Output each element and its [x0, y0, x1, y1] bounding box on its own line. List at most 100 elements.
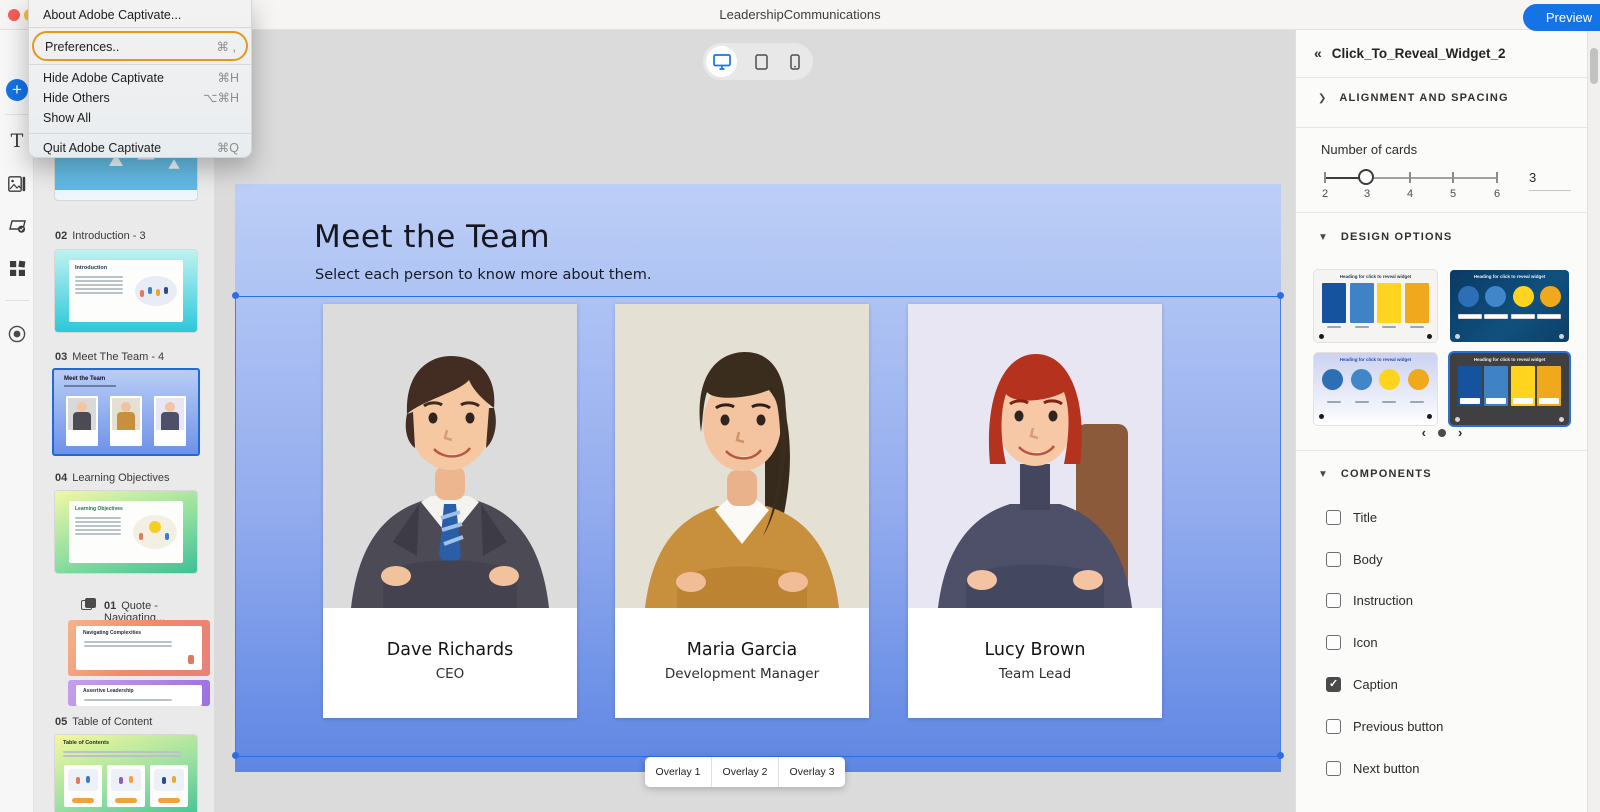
checkbox-label: Instruction [1353, 593, 1413, 608]
slide-thumbnail-introduction[interactable]: Introduction [55, 250, 197, 332]
tablet-view-button[interactable] [745, 54, 778, 70]
checkbox[interactable] [1326, 761, 1341, 776]
slider-tick-label: 2 [1322, 188, 1328, 200]
design-options-section-header[interactable]: ▼ DESIGN OPTIONS [1318, 231, 1452, 243]
portrait-maria [615, 304, 869, 608]
selection-handle[interactable] [1277, 752, 1284, 759]
checkbox[interactable] [1326, 510, 1341, 525]
mini-person-card [110, 396, 142, 446]
menu-shortcut: ⌘ , [217, 33, 236, 59]
checkbox-label: Icon [1353, 635, 1378, 650]
stage-subtitle-text[interactable]: Select each person to know more about th… [315, 267, 651, 283]
slide-thumbnail-learning-objectives[interactable]: Learning Objectives [55, 491, 197, 573]
mini-slide-title: Meet the Team [64, 376, 105, 382]
preview-button[interactable]: Preview [1523, 4, 1600, 31]
chevron-down-icon: ▼ [1318, 469, 1328, 480]
checkbox[interactable] [1326, 635, 1341, 650]
desktop-view-button[interactable] [706, 46, 737, 77]
component-checkbox-body[interactable]: Body [1326, 552, 1383, 567]
design-option-light-circles[interactable]: Heading for click to reveal widget [1314, 353, 1437, 425]
panel-divider [1296, 212, 1588, 213]
team-card-maria[interactable]: Maria Garcia Development Manager [615, 304, 869, 718]
component-checkbox-title[interactable]: Title [1326, 510, 1377, 525]
menu-item-about[interactable]: About Adobe Captivate... [29, 5, 251, 25]
tablet-icon [755, 54, 768, 70]
mini-subtitle-line [64, 385, 116, 387]
slide-label-04[interactable]: 04Learning Objectives [55, 472, 169, 484]
team-card-dave[interactable]: Dave Richards CEO [323, 304, 577, 718]
prev-arrow-dot [1455, 417, 1460, 422]
overlay-3-tab[interactable]: Overlay 3 [778, 757, 845, 787]
slide-label-03[interactable]: 03Meet The Team - 4 [55, 351, 164, 363]
menu-item-hide-others[interactable]: Hide Others ⌥⌘H [29, 88, 251, 108]
components-section-header[interactable]: ▼ COMPONENTS [1318, 468, 1432, 480]
widgets-grid-icon [9, 260, 26, 277]
carousel-page-dot[interactable] [1438, 429, 1446, 437]
component-checkbox-instruction[interactable]: Instruction [1326, 593, 1413, 608]
widgets-tool-button[interactable] [0, 253, 34, 283]
slide-label-02[interactable]: 02Introduction - 3 [55, 230, 146, 242]
panel-divider [1296, 450, 1588, 451]
selection-handle[interactable] [232, 752, 239, 759]
slider-tick [1409, 172, 1411, 183]
menu-item-show-all[interactable]: Show All [29, 108, 251, 128]
selection-border-right [1280, 296, 1281, 756]
overlay-2-tab[interactable]: Overlay 2 [711, 757, 778, 787]
properties-panel: « Click_To_Reveal_Widget_2 ❯ ALIGNMENT A… [1295, 30, 1587, 812]
slide-name: Introduction - 3 [72, 230, 145, 242]
chevron-right-icon: ❯ [1318, 93, 1326, 104]
number-of-cards-value[interactable]: 3 [1529, 170, 1571, 191]
design-option-dark-circles[interactable]: Heading for click to reveal widget [1450, 270, 1569, 342]
scrollbar-thumb[interactable] [1590, 48, 1598, 84]
person-role: CEO [323, 666, 577, 682]
overlay-tab-label: Overlay 1 [656, 766, 701, 778]
carousel-next-button[interactable]: › [1458, 425, 1462, 440]
component-checkbox-icon[interactable]: Icon [1326, 635, 1378, 650]
person-name: Dave Richards [323, 640, 577, 660]
carousel-prev-button[interactable]: ‹ [1422, 425, 1426, 440]
menu-item-preferences[interactable]: Preferences.. ⌘ , [32, 31, 248, 61]
component-checkbox-caption[interactable]: Caption [1326, 677, 1398, 692]
slider-tick-label: 3 [1364, 188, 1370, 200]
checkbox[interactable] [1326, 677, 1341, 692]
record-tool-button[interactable] [0, 319, 34, 349]
stage-title-text[interactable]: Meet the Team [314, 219, 550, 255]
menu-item-quit[interactable]: Quit Adobe Captivate ⌘Q [29, 138, 251, 158]
slide-number: 04 [55, 472, 67, 484]
menu-item-label: Preferences.. [45, 33, 119, 59]
slide-canvas[interactable]: Meet the Team Select each person to know… [235, 184, 1281, 772]
menu-item-hide-captivate[interactable]: Hide Adobe Captivate ⌘H [29, 68, 251, 88]
component-checkbox-next-button[interactable]: Next button [1326, 761, 1420, 776]
mini-slide-title: Assertive Leadership [83, 688, 134, 694]
close-window-button[interactable] [8, 9, 20, 21]
checkbox[interactable] [1326, 719, 1341, 734]
phone-view-button[interactable] [778, 54, 811, 70]
menu-item-label: Hide Others [43, 88, 110, 108]
overlay-1-tab[interactable]: Overlay 1 [645, 757, 711, 787]
slide-thumbnail-table-of-content[interactable]: Table of Contents [55, 735, 197, 812]
application-menu: About Adobe Captivate... Preferences.. ⌘… [28, 0, 252, 158]
alignment-section-header[interactable]: ❯ ALIGNMENT AND SPACING [1318, 92, 1509, 104]
mini-illustration [133, 515, 177, 549]
selection-handle[interactable] [232, 292, 239, 299]
media-tool-button[interactable] [0, 169, 34, 199]
slider-handle[interactable] [1358, 169, 1374, 185]
checkbox[interactable] [1326, 552, 1341, 567]
portrait-lucy [908, 304, 1162, 608]
paper-plane-icon [168, 159, 179, 169]
design-option-light-cards[interactable]: Heading for click to reveal widget [1314, 270, 1437, 342]
team-card-lucy[interactable]: Lucy Brown Team Lead [908, 304, 1162, 718]
slide-label-05[interactable]: 05Table of Content [55, 716, 152, 728]
selection-border-left [235, 296, 236, 756]
slide-number: 05 [55, 716, 67, 728]
slider-tick [1496, 172, 1498, 183]
component-checkbox-previous-button[interactable]: Previous button [1326, 719, 1443, 734]
interactions-tool-button[interactable] [0, 211, 34, 241]
overlay-tab-label: Overlay 3 [790, 766, 835, 778]
slide-thumbnail-meet-the-team[interactable]: Meet the Team [52, 368, 200, 456]
checkbox[interactable] [1326, 593, 1341, 608]
slide-thumbnail-quote[interactable]: Navigating Complexities Assertive Leader… [68, 620, 210, 706]
slider-tick-label: 6 [1494, 188, 1500, 200]
design-option-dark-cards[interactable]: Heading for click to reveal widget [1450, 353, 1569, 425]
selection-handle[interactable] [1277, 292, 1284, 299]
